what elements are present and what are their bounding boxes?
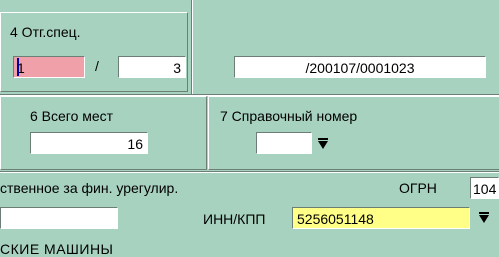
section-6-title: 6 Всего мест: [30, 108, 114, 124]
spec-cursor: [17, 58, 19, 76]
responsible-label: ственное за фин. урегулир.: [0, 180, 179, 196]
dropdown-arrow-icon[interactable]: [477, 211, 491, 225]
truncated-text: СКИЕ МАШИНЫ: [0, 241, 114, 257]
spec-separator: /: [95, 58, 99, 74]
spec-field-b[interactable]: 3: [118, 56, 186, 78]
inn-label: ИНН/КПП: [203, 211, 266, 227]
document-number-field[interactable]: /200107/0001023: [234, 56, 486, 78]
ogrn-field[interactable]: 104: [470, 177, 499, 199]
spec-field-a[interactable]: 1: [13, 56, 85, 78]
left-blank-field[interactable]: [0, 207, 118, 229]
ogrn-label: ОГРН: [399, 180, 437, 196]
dropdown-arrow-icon[interactable]: [316, 137, 330, 151]
section-7-title: 7 Справочный номер: [220, 108, 358, 124]
total-places-field[interactable]: 16: [30, 132, 148, 154]
reference-number-field[interactable]: [256, 132, 312, 154]
divider: [192, 0, 193, 94]
inn-kpp-field[interactable]: 5256051148: [292, 207, 470, 229]
divider: [0, 172, 499, 173]
section-4-title: 4 Отг.спец.: [10, 24, 81, 40]
